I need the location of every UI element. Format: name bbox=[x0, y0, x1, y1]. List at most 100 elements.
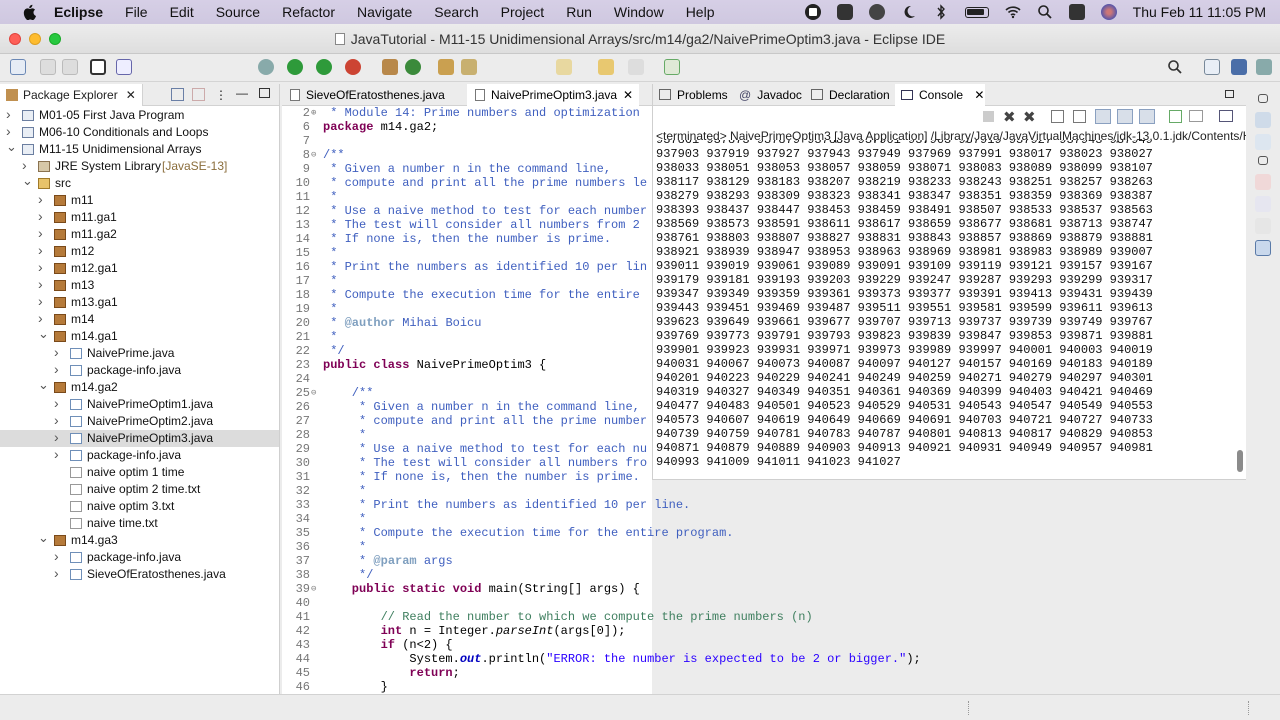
tree-item[interactable]: ⌄ m14.ga1 bbox=[0, 326, 279, 345]
console-scrollbar-thumb[interactable] bbox=[1237, 450, 1243, 472]
bluetooth-icon[interactable] bbox=[933, 4, 949, 20]
restore-icon[interactable] bbox=[1258, 94, 1268, 103]
new-java-class-icon[interactable] bbox=[405, 59, 421, 75]
chevron-down-icon[interactable]: ⌄ bbox=[38, 376, 49, 393]
tree-item[interactable]: naive optim 3.txt bbox=[0, 498, 279, 515]
open-console-icon[interactable] bbox=[1219, 110, 1233, 122]
menu-help[interactable]: Help bbox=[686, 4, 715, 20]
word-wrap-icon[interactable] bbox=[1095, 109, 1111, 124]
code-line[interactable]: 35 * Compute the execution time for the … bbox=[282, 526, 734, 540]
skip-breakpoints-icon[interactable] bbox=[116, 59, 132, 75]
code-line[interactable]: 32 * bbox=[282, 484, 652, 498]
chevron-right-icon[interactable]: › bbox=[54, 344, 64, 361]
tree-item[interactable]: › m11.ga2 bbox=[0, 225, 279, 243]
code-line[interactable]: 8 ⊖/** bbox=[282, 148, 652, 162]
collapse-fold-icon[interactable]: ⊖ bbox=[311, 582, 321, 596]
search-icon[interactable] bbox=[1167, 59, 1183, 75]
battery-icon[interactable] bbox=[964, 6, 989, 18]
view-menu-icon[interactable]: ⋮ bbox=[215, 88, 227, 102]
tree-item[interactable]: › package-info.java bbox=[0, 446, 279, 464]
code-line[interactable]: 6 package m14.ga2; bbox=[282, 120, 652, 134]
minimize-view-icon[interactable]: — bbox=[236, 86, 248, 100]
collapse-all-icon[interactable] bbox=[171, 88, 184, 101]
console-output[interactable]: 937861 937873 937879 937883 937901 93790… bbox=[656, 140, 1231, 476]
tree-item[interactable]: › M06-10 Conditionals and Loops bbox=[0, 123, 279, 141]
tree-item[interactable]: › m11 bbox=[0, 191, 279, 209]
problems-icon[interactable] bbox=[1255, 174, 1271, 190]
chevron-right-icon[interactable]: › bbox=[6, 106, 16, 123]
menu-project[interactable]: Project bbox=[501, 4, 545, 20]
code-line[interactable]: 24 bbox=[282, 372, 652, 386]
chevron-right-icon[interactable]: › bbox=[38, 242, 48, 259]
chevron-down-icon[interactable]: ⌄ bbox=[38, 529, 49, 546]
apple-icon[interactable] bbox=[22, 4, 36, 20]
tree-item[interactable]: › NaivePrimeOptim2.java bbox=[0, 412, 279, 430]
close-icon[interactable]: ✕ bbox=[974, 88, 984, 102]
code-line[interactable]: 25 ⊖ /** bbox=[282, 386, 652, 400]
search-icon[interactable] bbox=[1037, 4, 1053, 20]
code-line[interactable]: 13 * The test will consider all numbers … bbox=[282, 218, 652, 232]
new-java-package-icon[interactable] bbox=[382, 59, 398, 75]
menu-source[interactable]: Source bbox=[216, 4, 260, 20]
chevron-right-icon[interactable]: › bbox=[54, 395, 64, 412]
tree-item[interactable]: ⌄ src bbox=[0, 172, 279, 192]
terminal-icon[interactable] bbox=[90, 59, 106, 75]
run-icon[interactable] bbox=[287, 59, 303, 75]
open-perspective-icon[interactable] bbox=[1204, 59, 1220, 75]
tree-item[interactable]: › NaivePrimeOptim3.java bbox=[0, 429, 279, 447]
show-on-output-icon[interactable] bbox=[1117, 109, 1133, 124]
code-line[interactable]: 38 */ bbox=[282, 568, 652, 582]
menu-file[interactable]: File bbox=[125, 4, 148, 20]
new-icon[interactable] bbox=[10, 59, 26, 75]
tab-javadoc[interactable]: @ Javadoc bbox=[739, 84, 802, 106]
back-icon[interactable] bbox=[598, 59, 614, 75]
code-line[interactable]: 36 * bbox=[282, 540, 652, 554]
code-line[interactable]: 18 * Compute the execution time for the … bbox=[282, 288, 652, 302]
code-line[interactable]: 37 * @param args bbox=[282, 554, 652, 568]
open-type-icon[interactable] bbox=[438, 59, 454, 75]
code-line[interactable]: 30 * The test will consider all numbers … bbox=[282, 456, 652, 470]
terminate-icon[interactable] bbox=[983, 111, 994, 122]
code-line[interactable]: 29 * Use a naive method to test for each… bbox=[282, 442, 652, 456]
tree-item[interactable]: › JRE System Library [JavaSE-13] bbox=[0, 157, 279, 175]
tree-item[interactable]: › m13 bbox=[0, 276, 279, 294]
package-explorer-tab[interactable]: Package Explorer ✕ bbox=[0, 83, 143, 106]
chevron-right-icon[interactable]: › bbox=[54, 548, 64, 565]
code-line[interactable]: 40 bbox=[282, 596, 652, 610]
menu-edit[interactable]: Edit bbox=[170, 4, 194, 20]
menu-navigate[interactable]: Navigate bbox=[357, 4, 412, 20]
code-line[interactable]: 2 ⊕ * Module 14: Prime numbers and optimi… bbox=[282, 106, 652, 120]
control-center-icon[interactable] bbox=[1068, 4, 1085, 20]
code-line[interactable]: 9 * Given a number n in the command line… bbox=[282, 162, 652, 176]
code-area[interactable]: 2 ⊕ * Module 14: Prime numbers and optimi… bbox=[282, 106, 921, 694]
chevron-down-icon[interactable]: ⌄ bbox=[22, 172, 33, 189]
code-line[interactable]: 42 int n = Integer.parseInt(args[0]); bbox=[282, 624, 652, 638]
code-line[interactable]: 20 * @author Mihai Boicu bbox=[282, 316, 652, 330]
chevron-right-icon[interactable]: › bbox=[54, 429, 64, 446]
code-line[interactable]: 41 // Read the number to which we comput… bbox=[282, 610, 813, 624]
link-with-editor-icon[interactable] bbox=[192, 88, 205, 101]
tree-item[interactable]: › NaivePrime.java bbox=[0, 344, 279, 362]
close-icon[interactable]: ✕ bbox=[126, 88, 136, 102]
collapse-fold-icon[interactable]: ⊖ bbox=[311, 148, 321, 162]
display-console-icon[interactable] bbox=[1189, 110, 1203, 122]
pin-console-icon[interactable] bbox=[1169, 110, 1182, 123]
code-line[interactable]: 22 */ bbox=[282, 344, 652, 358]
prev-annotation-icon[interactable] bbox=[556, 59, 572, 75]
tab-console[interactable]: Console ✕ bbox=[895, 84, 985, 106]
siri-icon[interactable] bbox=[1100, 4, 1117, 20]
tree-item[interactable]: › NaivePrimeOptim1.java bbox=[0, 395, 279, 413]
maximize-view-icon[interactable] bbox=[1225, 90, 1234, 98]
code-line[interactable]: 31 * If none is, then the number is prim… bbox=[282, 470, 652, 484]
tree-item[interactable]: naive optim 2 time.txt bbox=[0, 481, 279, 498]
declaration-icon[interactable] bbox=[1255, 218, 1271, 234]
tree-item[interactable]: › m13.ga1 bbox=[0, 293, 279, 311]
editor-tab-naiveprimeoptim3[interactable]: NaivePrimeOptim3.java ✕ bbox=[467, 84, 639, 106]
maximize-view-icon[interactable] bbox=[259, 88, 270, 98]
code-line[interactable]: 10 * compute and print all the prime num… bbox=[282, 176, 652, 190]
debug-icon[interactable] bbox=[258, 59, 274, 75]
code-line[interactable]: 11 * bbox=[282, 190, 652, 204]
chevron-right-icon[interactable]: › bbox=[38, 293, 48, 310]
at-icon[interactable] bbox=[1255, 196, 1271, 212]
tree-item[interactable]: ⌄ m14.ga2 bbox=[0, 376, 279, 396]
